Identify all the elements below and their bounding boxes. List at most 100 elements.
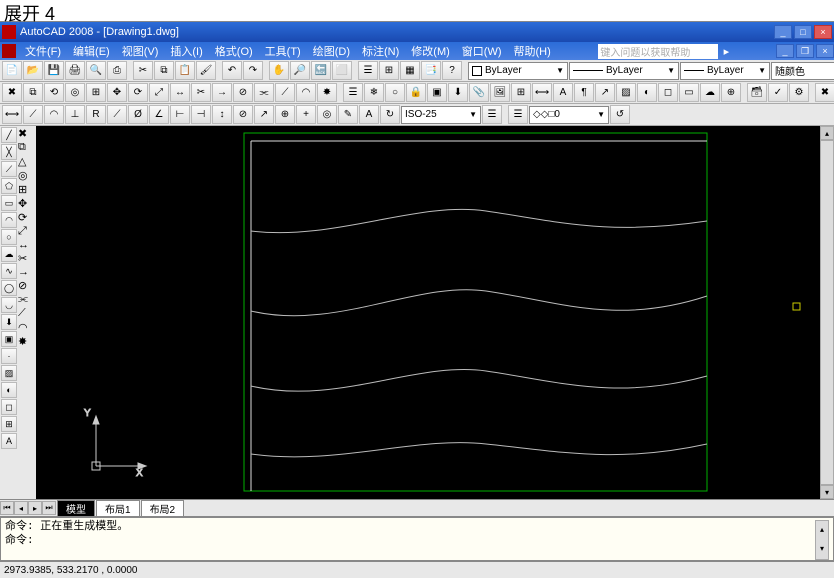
explode-tool[interactable]: ✸ — [18, 335, 36, 348]
linetype-dropdown[interactable]: ByLayer▼ — [569, 62, 679, 80]
ssm-button[interactable]: 📑 — [421, 61, 441, 80]
extend-tool[interactable]: → — [18, 266, 36, 278]
dim-base-button[interactable]: ⊢ — [170, 105, 190, 124]
dim-break-button[interactable]: ⊘ — [233, 105, 253, 124]
mirror-tool[interactable]: △ — [18, 155, 36, 168]
cmd-scrollbar[interactable]: ▴ ▾ — [815, 520, 829, 560]
point-tool[interactable]: · — [1, 348, 17, 364]
menu-insert[interactable]: 插入(I) — [164, 43, 208, 59]
chamfer-button[interactable]: ⟋ — [275, 83, 295, 102]
chamfer-tool[interactable]: ⟋ — [18, 307, 36, 320]
wipeout-button[interactable]: ▭ — [679, 83, 699, 102]
stretch-tool[interactable]: ↔ — [18, 239, 36, 251]
tab-model[interactable]: 模型 — [57, 500, 95, 516]
preview-button[interactable]: 🔍 — [86, 61, 106, 80]
table-tool[interactable]: ⊞ — [1, 416, 17, 432]
menu-file[interactable]: 文件(F) — [19, 43, 67, 59]
layer-mgr-button[interactable]: ☰ — [508, 105, 528, 124]
tol-button[interactable]: ⊕ — [275, 105, 295, 124]
mtext-button[interactable]: ¶ — [574, 83, 594, 102]
dim-edit-button[interactable]: ✎ — [338, 105, 358, 124]
mleader-button[interactable]: ↗ — [254, 105, 274, 124]
layer-lock-button[interactable]: 🔒 — [406, 83, 426, 102]
open-button[interactable]: 📂 — [23, 61, 43, 80]
vscrollbar[interactable]: ▴ ▾ — [820, 126, 834, 499]
menu-modify[interactable]: 修改(M) — [405, 43, 456, 59]
drawing-aid-button[interactable]: ⊕ — [721, 83, 741, 102]
table-button[interactable]: ⊞ — [511, 83, 531, 102]
array-tool[interactable]: ⊞ — [18, 183, 36, 196]
dim-tool-button[interactable]: ⟷ — [532, 83, 552, 102]
erase-tool[interactable]: ✖ — [18, 127, 36, 140]
del-button[interactable]: ✖ — [815, 83, 834, 102]
center-button[interactable]: + — [296, 105, 316, 124]
cut-button[interactable]: ✂ — [133, 61, 153, 80]
props-button[interactable]: ☰ — [358, 61, 378, 80]
rotate-tool[interactable]: ⟳ — [18, 211, 36, 224]
dim-upd-button[interactable]: ↻ — [380, 105, 400, 124]
lineweight-dropdown[interactable]: ByLayer▼ — [680, 62, 770, 80]
image-button[interactable]: 🖼 — [490, 83, 510, 102]
doc-close-button[interactable]: × — [816, 44, 834, 58]
cmd-scroll-down-icon[interactable]: ▾ — [816, 540, 828, 559]
tab-first-icon[interactable]: ⏮ — [0, 501, 14, 515]
copy2-button[interactable]: ⧉ — [23, 83, 43, 102]
gradient-button[interactable]: ◐ — [637, 83, 657, 102]
cmd-scroll-up-icon[interactable]: ▴ — [816, 521, 828, 540]
dim-ali-button[interactable]: ⟋ — [23, 105, 43, 124]
erase-button[interactable]: ✖ — [2, 83, 22, 102]
minimize-button[interactable]: _ — [774, 25, 792, 39]
menu-edit[interactable]: 编辑(E) — [67, 43, 116, 59]
layer-off-button[interactable]: ○ — [385, 83, 405, 102]
help-search-input[interactable]: 键入问题以获取帮助 — [598, 44, 718, 59]
save-button[interactable]: 💾 — [44, 61, 64, 80]
trim-tool[interactable]: ✂ — [18, 252, 36, 265]
offset-tool[interactable]: ◎ — [18, 169, 36, 182]
layer-freeze-button[interactable]: ❄ — [364, 83, 384, 102]
paste-button[interactable]: 📋 — [175, 61, 195, 80]
dim-space-button[interactable]: ↕ — [212, 105, 232, 124]
doc-restore-button[interactable]: ❐ — [796, 44, 814, 58]
gradient-tool[interactable]: ◐ — [1, 382, 17, 398]
rotate-button[interactable]: ⟳ — [128, 83, 148, 102]
tab-layout1[interactable]: 布局1 — [96, 500, 140, 516]
zoom-prev-button[interactable]: 🔙 — [311, 61, 331, 80]
scroll-up-icon[interactable]: ▴ — [820, 126, 834, 140]
scale-tool[interactable]: ⤢ — [18, 225, 36, 238]
menu-help[interactable]: 帮助(H) — [508, 43, 557, 59]
join-button[interactable]: ⫘ — [254, 83, 274, 102]
tab-layout2[interactable]: 布局2 — [141, 500, 185, 516]
explode-button[interactable]: ✸ — [317, 83, 337, 102]
new-button[interactable]: 📄 — [2, 61, 22, 80]
publish-button[interactable]: ⎙ — [107, 61, 127, 80]
dimstyle-dropdown[interactable]: ISO-25▼ — [401, 106, 481, 124]
scroll-track[interactable] — [820, 140, 834, 485]
dim-rad-button[interactable]: R — [86, 105, 106, 124]
menu-window[interactable]: 窗口(W) — [456, 43, 508, 59]
move-tool[interactable]: ✥ — [18, 197, 36, 210]
tab-last-icon[interactable]: ⏭ — [42, 501, 56, 515]
drawing-canvas[interactable]: Y X — [36, 126, 820, 499]
menu-format[interactable]: 格式(O) — [209, 43, 259, 59]
revcloud-button[interactable]: ☁ — [700, 83, 720, 102]
hatch-button[interactable]: ▨ — [616, 83, 636, 102]
layer-prev-button[interactable]: ↺ — [610, 105, 630, 124]
layer-dropdown[interactable]: ◇◇□0▼ — [529, 106, 609, 124]
layer-props-button[interactable]: ☰ — [343, 83, 363, 102]
plot-button[interactable]: 🖨 — [65, 61, 85, 80]
dim-dia-button[interactable]: Ø — [128, 105, 148, 124]
hatch-tool[interactable]: ▨ — [1, 365, 17, 381]
maximize-button[interactable]: □ — [794, 25, 812, 39]
line-tool[interactable]: ╱ — [1, 127, 17, 143]
zoom-button[interactable]: 🔎 — [290, 61, 310, 80]
plotstyle-dropdown[interactable]: 随颜色▼ — [771, 62, 834, 80]
close-button[interactable]: × — [814, 25, 832, 39]
menu-draw[interactable]: 绘图(D) — [307, 43, 356, 59]
copy-button[interactable]: ⧉ — [154, 61, 174, 80]
tab-next-icon[interactable]: ▸ — [28, 501, 42, 515]
region-tool[interactable]: ◻ — [1, 399, 17, 415]
extend-button[interactable]: → — [212, 83, 232, 102]
trim-button[interactable]: ✂ — [191, 83, 211, 102]
dimstyle-mgr-button[interactable]: ☰ — [482, 105, 502, 124]
pline-tool[interactable]: ⟋ — [1, 161, 17, 177]
